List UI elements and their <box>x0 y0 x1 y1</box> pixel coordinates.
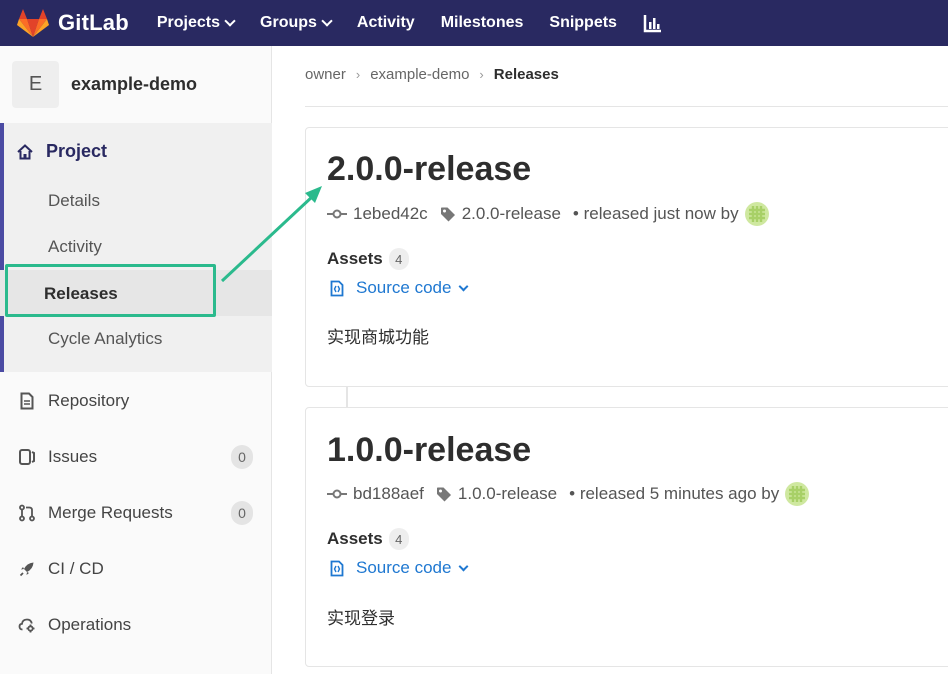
release-description: 实现登录 <box>327 609 395 628</box>
sidebar-item-label: Merge Requests <box>48 503 173 522</box>
breadcrumb-project[interactable]: example-demo <box>370 66 469 83</box>
sidebar-project-header[interactable]: E example-demo <box>0 46 271 123</box>
project-sidebar: E example-demo Project Details Activity … <box>0 46 272 674</box>
assets-count-badge: 4 <box>388 248 409 270</box>
project-name: example-demo <box>71 74 198 94</box>
sidebar-item-repository[interactable]: Repository <box>18 391 129 411</box>
sidebar-item-label: Operations <box>48 615 132 634</box>
sidebar-item-ci-cd[interactable]: CI / CD <box>18 559 104 579</box>
nav-groups[interactable]: Groups <box>260 14 333 32</box>
tag-name[interactable]: 1.0.0-release <box>458 484 557 504</box>
rocket-icon <box>19 562 34 577</box>
document-icon <box>20 392 34 410</box>
issues-count-badge: 0 <box>231 445 253 469</box>
commit-sha[interactable]: bd188aef <box>353 484 424 504</box>
sidebar-subitem-details[interactable]: Details <box>48 191 100 211</box>
release-title: 2.0.0-release <box>327 150 532 188</box>
source-code-label: Source code <box>356 558 452 577</box>
sidebar-item-label: Project <box>46 141 108 161</box>
issues-icon <box>19 449 35 465</box>
home-icon <box>17 143 33 159</box>
tag-icon <box>436 487 451 502</box>
nav-snippets[interactable]: Snippets <box>549 14 617 32</box>
app-name: GitLab <box>58 10 129 35</box>
gitlab-fox-icon <box>17 9 49 37</box>
user-avatar[interactable] <box>744 202 769 226</box>
chevron-down-icon <box>321 14 333 27</box>
sidebar-subitem-activity[interactable]: Activity <box>48 237 102 257</box>
timeline-connector <box>346 387 348 407</box>
sidebar-item-merge-requests[interactable]: Merge Requests <box>18 503 173 523</box>
release-card: 2.0.0-release 1ebed42c 2.0.0-release • r… <box>305 127 948 387</box>
merge-request-icon <box>19 504 35 522</box>
commit-icon <box>327 489 347 499</box>
nav-milestones[interactable]: Milestones <box>441 14 524 32</box>
top-navbar: GitLab Projects Groups Activity Mileston… <box>0 0 948 46</box>
source-code-dropdown[interactable]: Source code <box>330 278 469 298</box>
release-card: 1.0.0-release bd188aef 1.0.0-release • r… <box>305 407 948 667</box>
nav-activity-label: Activity <box>356 14 415 31</box>
merge-requests-count-badge: 0 <box>231 501 253 525</box>
nav-milestones-label: Milestones <box>440 14 524 31</box>
tag-name[interactable]: 2.0.0-release <box>462 204 561 224</box>
chevron-right-icon: › <box>479 67 484 82</box>
sidebar-item-issues[interactable]: Issues <box>18 447 97 467</box>
sidebar-project-section: Project Details Activity Cycle Analytics <box>0 123 272 372</box>
sidebar-item-operations[interactable]: Operations <box>18 615 131 635</box>
tag-icon <box>440 207 455 222</box>
chevron-down-icon <box>459 281 469 291</box>
assets-label: Assets <box>327 249 383 268</box>
nav-projects[interactable]: Projects <box>156 14 236 32</box>
breadcrumb: owner › example-demo › Releases <box>305 66 559 83</box>
assets-count-badge: 4 <box>388 528 409 550</box>
breadcrumb-current[interactable]: Releases <box>494 66 559 83</box>
chart-icon[interactable] <box>643 13 663 33</box>
sidebar-subitem-cycle-analytics[interactable]: Cycle Analytics <box>48 329 162 349</box>
chevron-down-icon <box>459 561 469 571</box>
assets-label: Assets <box>327 529 383 548</box>
nav-groups-label: Groups <box>260 14 317 31</box>
released-text: • released 5 minutes ago by <box>569 484 780 503</box>
project-avatar: E <box>12 61 59 108</box>
highlight-box <box>5 264 216 317</box>
release-description: 实现商城功能 <box>327 328 429 347</box>
source-code-dropdown[interactable]: Source code <box>330 558 469 578</box>
gitlab-logo[interactable]: GitLab <box>16 8 129 38</box>
release-title: 1.0.0-release <box>327 431 532 469</box>
commit-sha[interactable]: 1ebed42c <box>353 204 428 224</box>
file-zip-icon <box>330 560 344 576</box>
released-text: • released just now by <box>572 204 739 223</box>
nav-projects-label: Projects <box>156 14 221 31</box>
commit-icon <box>327 209 347 219</box>
file-zip-icon <box>330 280 344 296</box>
chevron-down-icon <box>224 14 236 27</box>
release-meta: 1ebed42c 2.0.0-release • released just n… <box>327 202 775 226</box>
assets-heading: Assets 4 <box>327 528 409 550</box>
assets-heading: Assets 4 <box>327 248 409 270</box>
divider <box>305 106 948 107</box>
sidebar-item-label: Repository <box>48 391 130 410</box>
source-code-label: Source code <box>356 278 452 297</box>
chevron-right-icon: › <box>355 67 361 82</box>
release-meta: bd188aef 1.0.0-release • released 5 minu… <box>327 482 815 506</box>
sidebar-item-project[interactable]: Project <box>16 141 107 162</box>
breadcrumb-owner[interactable]: owner <box>305 66 346 83</box>
user-avatar[interactable] <box>785 482 810 506</box>
sidebar-item-label: CI / CD <box>48 559 104 578</box>
nav-snippets-label: Snippets <box>549 14 617 31</box>
sidebar-item-label: Issues <box>48 447 98 466</box>
nav-activity[interactable]: Activity <box>357 14 415 32</box>
cloud-gear-icon <box>18 618 35 633</box>
